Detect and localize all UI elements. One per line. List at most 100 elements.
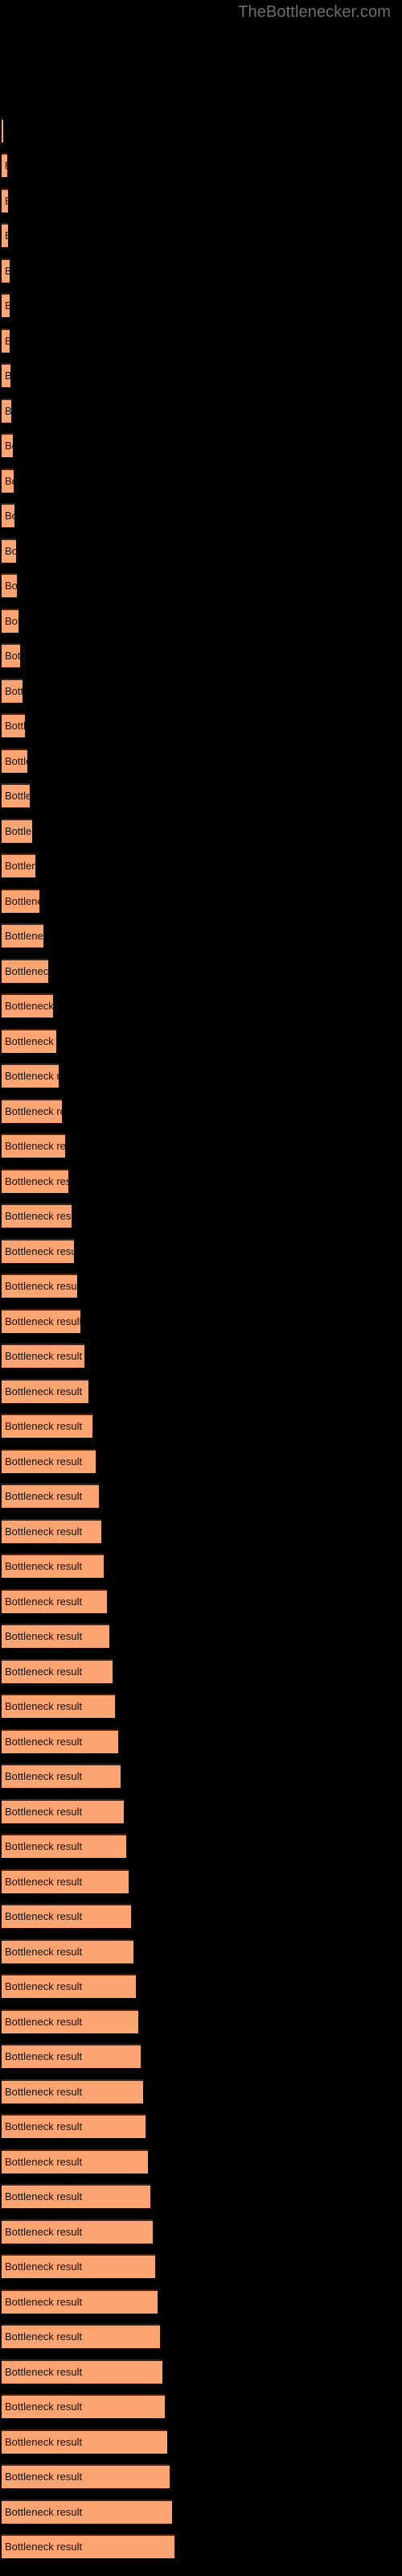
- bar[interactable]: Bottleneck result: [2, 679, 23, 703]
- bar[interactable]: Bottleneck result: [2, 643, 20, 667]
- bar[interactable]: Bottleneck result: [2, 1974, 136, 1998]
- bar-label: Bottleneck result: [5, 2050, 83, 2062]
- bar[interactable]: Bottleneck result: [2, 1519, 101, 1543]
- bar[interactable]: Bottleneck result: [2, 398, 11, 423]
- bar[interactable]: Bottleneck result: [2, 293, 10, 317]
- bar-row: Bottleneck result: [0, 2079, 402, 2103]
- bar-label: Bottleneck result: [5, 930, 43, 942]
- bar[interactable]: Bottleneck result: [2, 2149, 148, 2174]
- bar[interactable]: Bottleneck result: [2, 188, 8, 213]
- bar-label: Bottleneck result: [5, 790, 30, 802]
- bar[interactable]: Bottleneck result: [2, 2324, 160, 2348]
- bar[interactable]: Bottleneck result: [2, 1449, 96, 1473]
- bar[interactable]: Bottleneck result: [2, 923, 43, 947]
- bar[interactable]: Bottleneck result: [2, 1274, 77, 1298]
- bar-row: Bottleneck result: [0, 2394, 402, 2418]
- bar[interactable]: Bottleneck result: [2, 433, 13, 457]
- bar-row: Bottleneck result: [0, 2429, 402, 2454]
- bar[interactable]: Bottleneck result: [2, 1799, 124, 1823]
- bar[interactable]: Bottleneck result: [2, 1239, 74, 1263]
- bar[interactable]: Bottleneck result: [2, 1904, 131, 1928]
- bar-row: Bottleneck result: [0, 679, 402, 703]
- bar-label: Bottleneck result: [5, 580, 17, 592]
- bar[interactable]: Bottleneck result: [2, 1624, 109, 1648]
- bar[interactable]: Bottleneck result: [2, 258, 10, 283]
- bar[interactable]: Bottleneck result: [2, 1484, 99, 1508]
- bar[interactable]: Bottleneck result: [2, 153, 7, 177]
- bar-label: Bottleneck result: [5, 225, 8, 247]
- bar[interactable]: Bottleneck result: [2, 2044, 141, 2068]
- bar[interactable]: Bottleneck result: [2, 993, 53, 1018]
- bar-row: Bottleneck result: [0, 1799, 402, 1823]
- bar[interactable]: Bottleneck result: [2, 1379, 88, 1403]
- bar[interactable]: Bottleneck result: [2, 2219, 153, 2244]
- page-root: TheBottlenecker.com Bottleneck resultBot…: [0, 0, 402, 2576]
- bar[interactable]: Bottleneck result: [2, 1764, 121, 1788]
- bar[interactable]: Bottleneck result: [2, 1554, 104, 1578]
- bar[interactable]: Bottleneck result: [2, 2254, 155, 2278]
- bar[interactable]: Bottleneck result: [2, 749, 27, 773]
- bar[interactable]: Bottleneck result: [2, 783, 30, 807]
- bar[interactable]: Bottleneck result: [2, 2534, 174, 2558]
- bar[interactable]: Bottleneck result: [2, 118, 3, 142]
- bar[interactable]: Bottleneck result: [2, 363, 10, 387]
- bar[interactable]: Bottleneck result: [2, 1099, 62, 1123]
- bar[interactable]: Bottleneck result: [2, 959, 48, 983]
- bar-label: Bottleneck result: [5, 1736, 83, 1748]
- bar-row: Bottleneck result: [0, 293, 402, 317]
- bar[interactable]: Bottleneck result: [2, 1133, 65, 1158]
- bar[interactable]: Bottleneck result: [2, 889, 39, 913]
- bar[interactable]: Bottleneck result: [2, 2079, 143, 2103]
- bar-label: Bottleneck result: [5, 2120, 83, 2132]
- bar[interactable]: Bottleneck result: [2, 2394, 165, 2418]
- bar-row: Bottleneck result: [0, 118, 402, 142]
- bar[interactable]: Bottleneck result: [2, 2114, 146, 2138]
- bar[interactable]: Bottleneck result: [2, 1414, 92, 1438]
- bar[interactable]: Bottleneck result: [2, 1694, 115, 1718]
- bar[interactable]: Bottleneck result: [2, 1169, 68, 1193]
- bar[interactable]: Bottleneck result: [2, 2464, 170, 2488]
- bar[interactable]: Bottleneck result: [2, 223, 8, 247]
- bar[interactable]: Bottleneck result: [2, 1203, 72, 1228]
- bar[interactable]: Bottleneck result: [2, 2429, 167, 2454]
- bar-row: Bottleneck result: [0, 258, 402, 283]
- bar[interactable]: Bottleneck result: [2, 2500, 172, 2524]
- bar[interactable]: Bottleneck result: [2, 2184, 150, 2208]
- bar[interactable]: Bottleneck result: [2, 1729, 118, 1753]
- bar-row: Bottleneck result: [0, 1379, 402, 1403]
- bar[interactable]: Bottleneck result: [2, 2289, 158, 2314]
- bar[interactable]: Bottleneck result: [2, 1589, 107, 1613]
- bar[interactable]: Bottleneck result: [2, 853, 35, 877]
- bar[interactable]: Bottleneck result: [2, 539, 16, 563]
- bar[interactable]: Bottleneck result: [2, 1344, 84, 1368]
- bar[interactable]: Bottleneck result: [2, 1659, 113, 1683]
- bar-row: Bottleneck result: [0, 1063, 402, 1088]
- bar[interactable]: Bottleneck result: [2, 2359, 162, 2384]
- bar-label: Bottleneck result: [5, 2401, 83, 2413]
- bar-label: Bottleneck result: [5, 1140, 65, 1152]
- bar-label: Bottleneck result: [5, 685, 23, 697]
- bar-label: Bottleneck result: [5, 1596, 83, 1608]
- bar-label: Bottleneck result: [5, 1876, 83, 1888]
- bar[interactable]: Bottleneck result: [2, 503, 14, 527]
- bar[interactable]: Bottleneck result: [2, 609, 18, 633]
- bar-label: Bottleneck result: [5, 2016, 83, 2028]
- bar[interactable]: Bottleneck result: [2, 713, 25, 737]
- bar-row: Bottleneck result: [0, 1029, 402, 1053]
- bar[interactable]: Bottleneck result: [2, 1029, 56, 1053]
- bar-row: Bottleneck result: [0, 1939, 402, 1963]
- bar[interactable]: Bottleneck result: [2, 1063, 59, 1088]
- bar[interactable]: Bottleneck result: [2, 469, 14, 493]
- bar[interactable]: Bottleneck result: [2, 2009, 138, 2033]
- bar[interactable]: Bottleneck result: [2, 573, 17, 597]
- bar[interactable]: Bottleneck result: [2, 1309, 80, 1333]
- bar[interactable]: Bottleneck result: [2, 1869, 129, 1893]
- bar[interactable]: Bottleneck result: [2, 1939, 133, 1963]
- bar-row: Bottleneck result: [0, 1203, 402, 1228]
- bar[interactable]: Bottleneck result: [2, 328, 10, 353]
- bar-label: Bottleneck result: [5, 405, 11, 417]
- bar[interactable]: Bottleneck result: [2, 1834, 126, 1858]
- bar[interactable]: Bottleneck result: [2, 819, 32, 843]
- horizontal-bar-chart: Bottleneck result Bottleneck result Bottle…: [0, 0, 402, 2576]
- bar-label: Bottleneck result: [5, 2330, 83, 2343]
